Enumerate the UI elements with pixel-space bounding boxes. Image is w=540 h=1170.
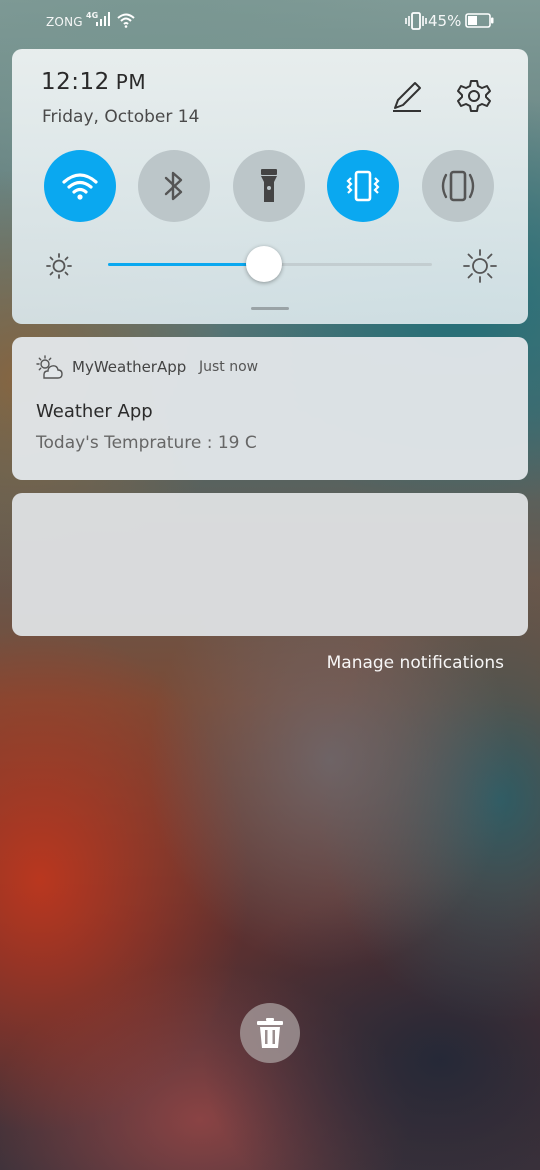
vibrate-status-icon xyxy=(405,12,427,30)
quick-settings-panel: 12:12 PM Friday, October 14 xyxy=(12,49,528,324)
brightness-slider-fill xyxy=(108,263,264,266)
trash-icon xyxy=(257,1018,283,1048)
brightness-slider[interactable] xyxy=(108,246,432,282)
notification-time: Just now xyxy=(199,359,259,375)
pencil-icon xyxy=(393,82,421,112)
vibrate-toggle[interactable] xyxy=(327,150,399,222)
battery-icon xyxy=(465,13,494,28)
brightness-slider-thumb[interactable] xyxy=(245,246,282,282)
settings-button[interactable] xyxy=(456,78,492,114)
clock: 12:12 PM xyxy=(41,69,146,95)
wifi-toggle[interactable] xyxy=(44,150,116,222)
brightness-high-icon xyxy=(463,249,497,283)
notification-body: Today's Temprature : 19 C xyxy=(36,433,257,453)
flashlight-icon xyxy=(261,169,277,202)
gear-icon xyxy=(457,80,491,112)
clear-all-button[interactable] xyxy=(240,1003,300,1063)
brightness-low-icon xyxy=(46,253,72,279)
signal-icon xyxy=(96,12,110,26)
clock-ampm: PM xyxy=(115,70,147,94)
rotate-icon xyxy=(441,170,475,202)
battery-percent: 45% xyxy=(428,12,462,30)
wifi-status-icon xyxy=(117,13,135,28)
wifi-icon xyxy=(62,173,98,200)
flashlight-toggle[interactable] xyxy=(233,150,305,222)
panel-drag-handle[interactable] xyxy=(251,307,289,310)
manage-notifications-link[interactable]: Manage notifications xyxy=(327,653,504,673)
notification-card[interactable]: MyWeatherApp Just now Weather App Today'… xyxy=(12,337,528,480)
date-label: Friday, October 14 xyxy=(42,107,200,127)
notification-title: Weather App xyxy=(36,401,153,422)
partly-cloudy-icon xyxy=(36,355,63,379)
vibrate-icon xyxy=(346,170,380,202)
empty-notification-card xyxy=(12,493,528,636)
carrier-name: ZONG xyxy=(46,15,83,29)
auto-rotate-toggle[interactable] xyxy=(422,150,494,222)
notification-app-name: MyWeatherApp xyxy=(72,358,187,376)
edit-button[interactable] xyxy=(389,78,425,114)
bluetooth-toggle[interactable] xyxy=(138,150,210,222)
bluetooth-icon xyxy=(164,171,183,201)
clock-time: 12:12 xyxy=(41,69,110,95)
status-bar: ZONG 4G 45% xyxy=(0,0,540,42)
